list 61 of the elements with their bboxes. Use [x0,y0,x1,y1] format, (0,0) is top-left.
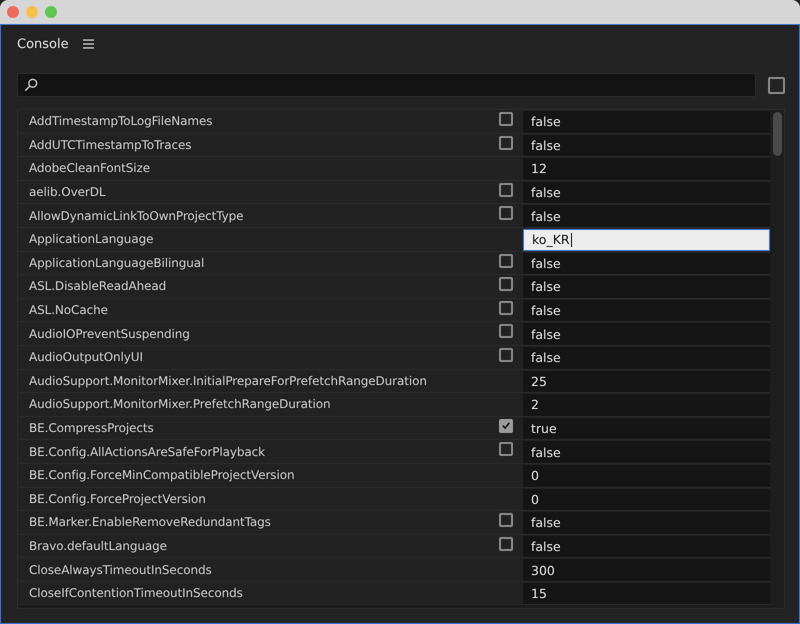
setting-checkbox[interactable] [499,513,513,528]
value-field[interactable]: false [523,536,770,558]
value-field[interactable]: false [523,252,770,274]
setting-checkbox[interactable] [499,300,513,315]
setting-name: ApplicationLanguageBilingual [28,254,206,272]
search-icon [24,78,38,92]
setting-name: ApplicationLanguage [28,231,154,248]
search-field[interactable] [17,73,756,97]
setting-name: CloseAlwaysTimeoutInSeconds [28,562,213,579]
setting-name: AudioOutputOnlyUI [28,349,144,366]
value-field[interactable]: 0 [523,464,770,486]
setting-checkbox[interactable] [499,112,513,126]
setting-name: AdobeCleanFontSize [28,160,151,178]
value-field[interactable]: false [523,512,770,534]
menu-icon[interactable] [82,39,94,49]
value-field[interactable]: 15 [523,582,770,604]
setting-checkbox[interactable] [499,254,513,268]
value-field[interactable]: false [523,323,770,345]
value-field[interactable]: false [523,134,770,156]
setting-checkbox[interactable] [499,418,513,433]
setting-name: AddTimestampToLogFileNames [28,113,214,130]
value-field[interactable]: ko_KR [523,228,770,251]
setting-checkbox[interactable] [499,348,513,362]
setting-name: CloseIfContentionTimeoutInSeconds [28,585,244,602]
setting-name: AudioSupport.MonitorMixer.PrefetchRangeDuration [28,396,332,414]
setting-name: BE.Config.ForceProjectVersion [28,490,207,508]
value-field[interactable]: false [523,441,770,463]
panel-title[interactable]: Console [17,36,69,52]
value-field[interactable]: 25 [523,370,770,392]
setting-checkbox[interactable] [499,136,513,150]
setting-name: BE.Config.AllActionsAreSafeForPlayback [28,444,266,461]
setting-name: AudioSupport.MonitorMixer.InitialPrepareForPrefetchRangeDuration [28,372,428,390]
value-field[interactable]: false [523,300,770,322]
value-field[interactable]: false [523,111,770,133]
value-field[interactable]: false [523,276,770,298]
value-field[interactable]: false [523,205,770,227]
check-icon [501,420,511,432]
value-field[interactable]: false [523,182,770,204]
setting-name: BE.CompressProjects [28,420,155,438]
setting-name: AllowDynamicLinkToOwnProjectType [28,208,244,225]
value-field[interactable]: false [523,346,770,369]
setting-name: ASL.NoCache [28,302,109,320]
setting-checkbox[interactable] [499,182,513,197]
value-field[interactable]: 0 [523,488,770,510]
setting-name: BE.Config.ForceMinCompatibleProjectVersion [28,467,296,484]
setting-checkbox[interactable] [499,206,513,220]
setting-name: ASL.DisableReadAhead [28,278,168,296]
value-field[interactable]: 12 [523,158,770,180]
value-field[interactable]: 2 [523,394,770,416]
setting-name: aelib.OverDL [28,184,106,202]
filter-checkbox[interactable] [768,76,785,94]
setting-checkbox[interactable] [499,277,513,292]
setting-name: BE.Marker.EnableRemoveRedundantTags [28,514,272,532]
setting-checkbox[interactable] [499,536,513,551]
setting-name: AddUTCTimestampToTraces [28,136,192,154]
value-field[interactable]: true [523,418,770,440]
value-field[interactable]: 300 [523,559,770,581]
setting-checkbox[interactable] [499,324,513,338]
setting-name: AudioIOPreventSuspending [28,326,191,343]
setting-checkbox[interactable] [499,442,513,456]
setting-name: Bravo.defaultLanguage [28,538,168,555]
